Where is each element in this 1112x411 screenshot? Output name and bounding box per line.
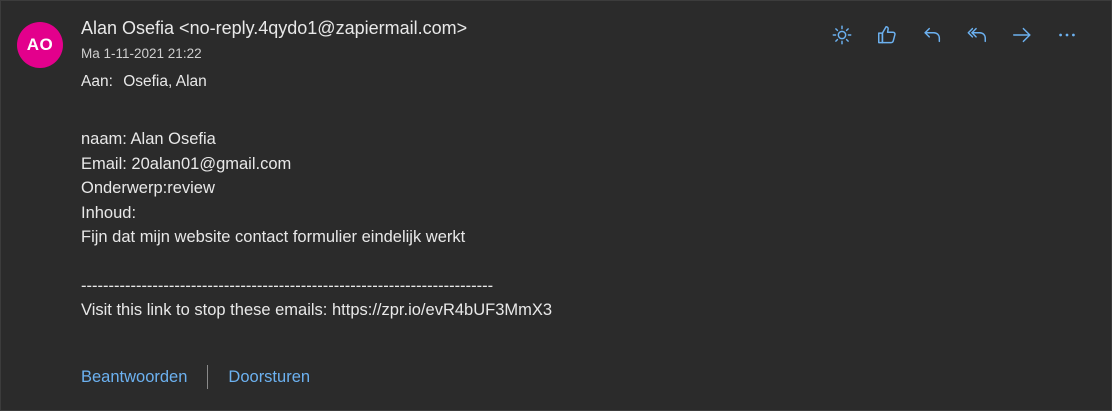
- forward-link[interactable]: Doorsturen: [228, 368, 310, 387]
- reply-link[interactable]: Beantwoorden: [81, 368, 187, 387]
- recipient-line: Aan: Osefia, Alan: [81, 73, 207, 91]
- recipient-label: Aan:: [81, 73, 113, 90]
- action-divider: [207, 365, 209, 389]
- more-icon: [1058, 33, 1075, 37]
- body-separator: ----------------------------------------…: [81, 276, 494, 295]
- forward-button[interactable]: [999, 21, 1044, 49]
- thumbs-up-icon: [877, 26, 896, 44]
- like-button[interactable]: [864, 21, 909, 49]
- reply-all-icon: [967, 27, 986, 43]
- quick-actions: Beantwoorden Doorsturen: [81, 365, 310, 389]
- body-line-content-label: Inhoud:: [81, 203, 137, 222]
- brightness-button[interactable]: [819, 21, 864, 49]
- email-reading-pane: AO Alan Osefia <no-reply.4qydo1@zapierma…: [0, 0, 1112, 411]
- recipient-name[interactable]: Osefia, Alan: [123, 73, 207, 90]
- reply-button[interactable]: [909, 21, 954, 49]
- reply-icon: [923, 27, 940, 43]
- sender-name[interactable]: Alan Osefia <no-reply.4qydo1@zapiermail.…: [81, 18, 467, 39]
- message-body: naam: Alan Osefia Email: 20alan01@gmail.…: [81, 127, 552, 323]
- forward-icon: [1012, 27, 1031, 43]
- sun-icon: [832, 25, 851, 45]
- body-line-content: Fijn dat mijn website contact formulier …: [81, 228, 466, 246]
- more-actions-button[interactable]: [1044, 21, 1089, 49]
- body-line-subject: Onderwerp:review: [81, 179, 215, 197]
- sent-date: Ma 1-11-2021 21:22: [81, 46, 202, 61]
- message-toolbar: [819, 21, 1089, 49]
- body-unsubscribe-line[interactable]: Visit this link to stop these emails: ht…: [81, 298, 552, 323]
- body-line-email: Email: 20alan01@gmail.com: [81, 154, 292, 173]
- avatar[interactable]: AO: [17, 22, 63, 68]
- body-line-name: naam: Alan Osefia: [81, 130, 216, 148]
- reply-all-button[interactable]: [954, 21, 999, 49]
